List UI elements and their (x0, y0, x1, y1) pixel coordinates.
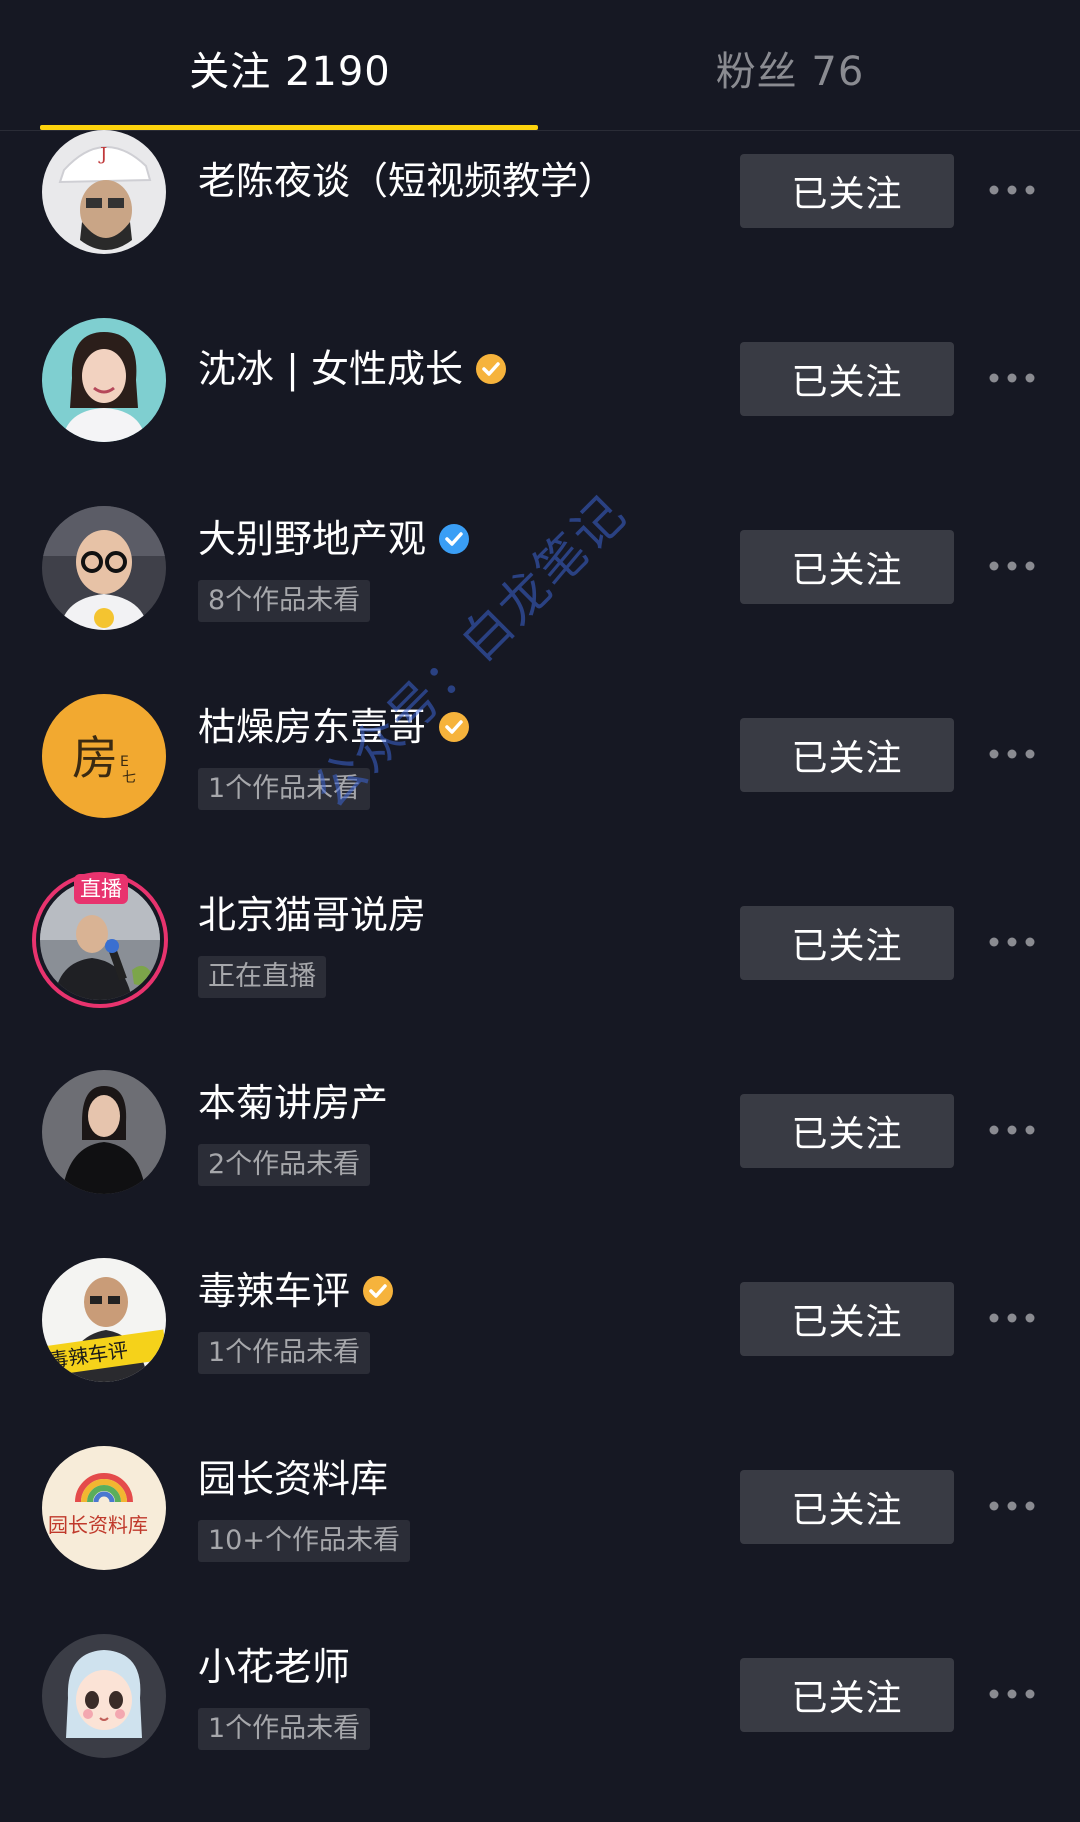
user-name[interactable]: 老陈夜谈（短视频教学） (198, 156, 616, 206)
avatar[interactable] (42, 1634, 166, 1758)
user-name[interactable]: 小花老师 (198, 1642, 350, 1692)
more-options-icon[interactable] (984, 360, 1040, 396)
avatar-image-logo-fang: 房 E 七 (42, 694, 166, 818)
more-options-icon[interactable] (984, 924, 1040, 960)
svg-text:J: J (98, 144, 107, 165)
list-item[interactable]: 直播 北京猫哥说房 正在直播 已关注 (0, 872, 1080, 1070)
list-item[interactable]: 园长资料库 园长资料库 10+个作品未看 已关注 (0, 1446, 1080, 1634)
followed-button[interactable]: 已关注 (740, 154, 954, 228)
list-item[interactable]: 房 E 七 枯燥房东壹哥 1个作品未看 已关注 (0, 694, 1080, 882)
followed-button[interactable]: 已关注 (740, 530, 954, 604)
unseen-works-tag: 1个作品未看 (198, 1332, 371, 1374)
followed-button[interactable]: 已关注 (740, 1470, 954, 1544)
followed-button[interactable]: 已关注 (740, 1094, 954, 1168)
live-badge: 直播 (74, 874, 128, 904)
followed-button[interactable]: 已关注 (740, 342, 954, 416)
tab-fans[interactable]: 粉丝 76 (540, 42, 1040, 102)
verified-badge-gold-icon (363, 1275, 394, 1306)
user-name[interactable]: 枯燥房东壹哥 (198, 702, 470, 752)
list-item[interactable]: 沈冰 | 女性成长 已关注 (0, 318, 1080, 506)
avatar-image-woman-smiling (42, 318, 166, 442)
avatar[interactable]: 园长资料库 (42, 1446, 166, 1570)
verified-badge-gold-icon (439, 711, 470, 742)
avatar[interactable]: 房 E 七 (42, 694, 166, 818)
tab-bar: 关注 2190 粉丝 76 (0, 0, 1080, 131)
verified-badge-blue-icon (439, 523, 470, 554)
user-name[interactable]: 北京猫哥说房 (198, 890, 426, 940)
unseen-works-tag: 1个作品未看 (198, 768, 371, 810)
followed-button[interactable]: 已关注 (740, 906, 954, 980)
list-item[interactable]: 毒辣车评 毒辣车评 1个作品未看 已关注 (0, 1258, 1080, 1446)
avatar-image-man-glasses (42, 506, 166, 630)
avatar-image-man-white-cap: J (42, 130, 166, 254)
followed-button[interactable]: 已关注 (740, 718, 954, 792)
unseen-works-tag: 2个作品未看 (198, 1144, 371, 1186)
user-name[interactable]: 大别野地产观 (198, 514, 470, 564)
svg-text:房: 房 (72, 731, 118, 785)
more-options-icon[interactable] (984, 1488, 1040, 1524)
more-options-icon[interactable] (984, 1112, 1040, 1148)
list-item[interactable]: 小花老师 1个作品未看 已关注 (0, 1634, 1080, 1822)
list-item[interactable]: 本菊讲房产 2个作品未看 已关注 (0, 1070, 1080, 1258)
more-options-icon[interactable] (984, 736, 1040, 772)
avatar[interactable] (42, 1070, 166, 1194)
live-status-tag: 正在直播 (198, 956, 326, 998)
avatar[interactable] (42, 318, 166, 442)
avatar[interactable]: 毒辣车评 (42, 1258, 166, 1382)
more-options-icon[interactable] (984, 1676, 1040, 1712)
user-name[interactable]: 沈冰 | 女性成长 (198, 344, 507, 394)
user-name[interactable]: 本菊讲房产 (198, 1078, 388, 1128)
list-item[interactable]: 大别野地产观 8个作品未看 已关注 (0, 506, 1080, 694)
avatar-image-logo-rainbow: 园长资料库 (42, 1446, 166, 1570)
unseen-works-tag: 8个作品未看 (198, 580, 371, 622)
avatar-image-cartoon-girl (42, 1634, 166, 1758)
avatar[interactable] (42, 506, 166, 630)
verified-badge-gold-icon (475, 353, 506, 384)
unseen-works-tag: 1个作品未看 (198, 1708, 371, 1750)
followed-button[interactable]: 已关注 (740, 1658, 954, 1732)
more-options-icon[interactable] (984, 1300, 1040, 1336)
avatar-image-woman-black-suit (42, 1070, 166, 1194)
avatar[interactable]: J (42, 130, 166, 254)
list-item[interactable]: J 老陈夜谈（短视频教学） 已关注 (0, 130, 1080, 318)
user-name[interactable]: 园长资料库 (198, 1454, 388, 1504)
more-options-icon[interactable] (984, 172, 1040, 208)
live-avatar[interactable]: 直播 (32, 872, 168, 1008)
tab-following[interactable]: 关注 2190 (0, 42, 580, 102)
more-options-icon[interactable] (984, 548, 1040, 584)
avatar-image-man-logo-dulacheping: 毒辣车评 (42, 1258, 166, 1382)
user-name[interactable]: 毒辣车评 (198, 1266, 394, 1316)
svg-text:七: 七 (122, 770, 136, 786)
unseen-works-tag: 10+个作品未看 (198, 1520, 410, 1562)
avatar-logo-text: 园长资料库 (48, 1513, 148, 1537)
followed-button[interactable]: 已关注 (740, 1282, 954, 1356)
svg-text:E: E (120, 754, 129, 770)
